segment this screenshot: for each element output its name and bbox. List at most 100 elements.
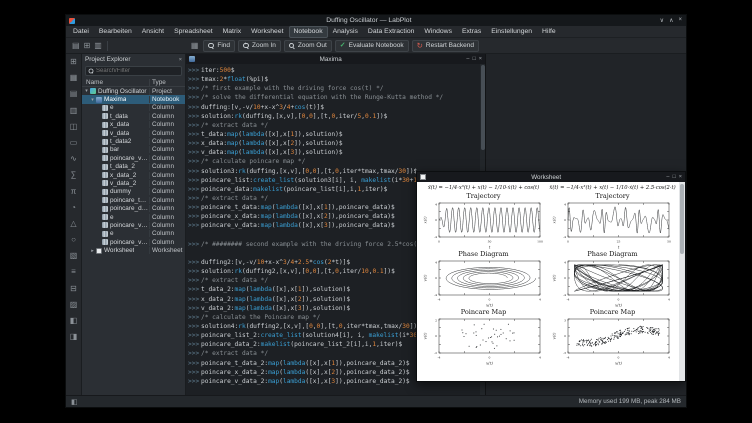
column-header-type[interactable]: Type [149,78,185,86]
menu-analysis[interactable]: Analysis [328,26,363,38]
code-line[interactable]: >>> solution:rk(duffing,[x,v],[0,0],[t,0,… [188,112,478,121]
tree-item-bar[interactable]: bar Column [82,146,185,154]
maximize-button[interactable]: ∧ [669,17,673,24]
menu-spreadsheet[interactable]: Spreadsheet [169,26,218,38]
fit-icon[interactable]: π [71,187,77,196]
caret-right-icon[interactable]: ▸ [90,248,95,254]
plot-phase1[interactable]: Phase Diagram -4 0 4 -4 0 4 x(t) v(t) [419,250,548,308]
titlebar[interactable]: Duffing Oscillator — LabPlot ∨ ∧ × [66,15,686,26]
menu-matrix[interactable]: Matrix [218,26,247,38]
tree-item-t-data[interactable]: t_data Column [82,112,185,120]
subwindow-close-button[interactable]: × [479,56,482,62]
search-box[interactable] [85,66,182,76]
find-button[interactable]: Find [203,39,236,52]
tree-item-t-data-2[interactable]: t_data_2 Column [82,163,185,171]
matrix-icon[interactable]: ▦ [70,74,78,82]
menu-extras[interactable]: Extras [457,26,486,38]
xy-equation-icon[interactable]: ∑ [71,171,77,179]
menu-data-extraction[interactable]: Data Extraction [363,26,419,38]
maxima-scrollbar-thumb[interactable] [480,65,485,150]
tree-item-duffing-oscillator[interactable]: ▾ Duffing Oscillator Project [82,87,185,95]
subwindow-maximize-button[interactable]: □ [672,174,675,180]
menu-einstellungen[interactable]: Einstellungen [486,26,537,38]
xy-curve-icon[interactable]: ∿ [70,155,77,163]
tree-item-poincare-t-data[interactable]: poincare_t_dataColumn [82,196,185,204]
menu-windows[interactable]: Windows [419,26,457,38]
plot-phase2[interactable]: Phase Diagram -4 0 4 -4 0 4 x(t) v(t) [548,250,677,308]
zoom-select-icon[interactable]: ◧ [70,317,78,325]
plot-traj1[interactable]: Trajectory 0 50 100 -4 0 4 t x(t) [419,192,548,250]
tree-item-x-data-2[interactable]: x_data_2 Column [82,171,185,179]
minimize-button[interactable]: ∨ [660,17,664,24]
boxplot-icon[interactable]: △ [70,219,76,228]
maxima-titlebar[interactable]: Maxima – □ × [186,54,485,64]
spreadsheet-icon[interactable]: ⊞ [70,58,77,66]
tree-item-dummy[interactable]: dummy Column [82,188,185,196]
search-input[interactable] [96,68,179,74]
zoom-in-button[interactable]: + Zoom In [238,39,281,52]
notebook-icon[interactable]: ▥ [70,106,78,115]
tree-item-e[interactable]: e Column [82,213,185,221]
subwindow-minimize-button[interactable]: – [466,56,469,62]
tree-item-poincare-v-data[interactable]: poincare_v_dataColumn [82,221,185,229]
plot-poincare2[interactable]: Poincare Map -4 0 4 -3 0 3 x(t) v(t) [548,308,677,366]
tree-item-e[interactable]: e Column [82,104,185,112]
menu-bearbeiten[interactable]: Bearbeiten [94,26,137,38]
tree-column-headers[interactable]: Name Type [82,78,185,87]
column-header-name[interactable]: Name [82,79,149,86]
code-line[interactable]: >>> x_data:map(lambda([x],x[2]),solution)… [188,139,478,148]
worksheet-icon[interactable]: ▤ [70,90,78,98]
close-button[interactable]: × [678,17,682,24]
code-line[interactable]: >>>/* first example with the driving for… [188,84,478,93]
code-line[interactable]: >>>/* calculate poincare map */ [188,157,478,166]
notebook-icon[interactable]: ▦ [189,41,201,50]
menu-hilfe[interactable]: Hilfe [537,26,561,38]
tree-item-v-data[interactable]: v_data Column [82,129,185,137]
tree-item-poincare-v-data-2[interactable]: poincare_v_data_2Column [82,238,185,246]
tree-item-t-data2[interactable]: t_data2 Column [82,137,185,146]
code-line[interactable]: >>>/* extract data */ [188,121,478,130]
plot-traj2[interactable]: Trajectory 0 25 50 -4 0 4 t x(t) [548,192,677,250]
save-project-icon[interactable]: ▥ [92,41,104,50]
zoom-out-button[interactable]: − Zoom Out [283,39,332,52]
histogram-icon[interactable]: ◔ [71,203,76,212]
worksheet-content[interactable]: ẍ(t) = −1/4·x³(t) + x(t) − 1/10·ẋ(t) + c… [417,182,679,381]
subwindow-minimize-button[interactable]: – [666,174,669,180]
text-label-icon[interactable]: ≡ [71,268,76,276]
subwindow-maximize-button[interactable]: □ [472,56,475,62]
open-project-icon[interactable]: ⊞ [82,41,93,50]
restart-backend-button[interactable]: ↻ Restart Backend [411,39,479,52]
tree-item-maxima[interactable]: ▾ Maxima Notebook [82,95,185,104]
new-project-icon[interactable]: ▤ [70,41,82,50]
code-line[interactable]: >>> duffing:[v,-v/10+x-x^3/4+cos(t)]$ [188,103,478,112]
worksheet-window[interactable]: Worksheet – □ × ẍ(t) = −1/4·x³(t) + x(t)… [416,171,686,382]
code-line[interactable]: >>> iter:500$ [188,66,478,75]
panel-toggle-icon[interactable]: ◧ [71,398,78,406]
evaluate-notebook-button[interactable]: ✓ Evaluate Notebook [334,39,409,52]
worksheet-scrollbar[interactable] [679,182,685,381]
tree-item-worksheet[interactable]: ▸ Worksheet Worksheet [82,246,185,255]
tree-item-v-data-2[interactable]: v_data_2 Column [82,179,185,187]
worksheet-titlebar[interactable]: Worksheet – □ × [417,172,685,182]
tree-item-poincare-data[interactable]: poincare_data Column [82,204,185,213]
workbook-icon[interactable]: ◫ [70,122,78,131]
menu-worksheet[interactable]: Worksheet [246,26,288,38]
code-line[interactable]: >>> t_data:map(lambda([x],x[1]),solution)… [188,130,478,139]
code-line[interactable]: >>> v_data:map(lambda([x],x[3]),solution)… [188,148,478,157]
tree-item-e[interactable]: e Column [82,230,185,238]
caret-down-icon[interactable]: ▾ [84,88,89,94]
tree-item-poincare-v-data2[interactable]: poincare_v_data2Column [82,154,185,162]
worksheet-scrollbar-thumb[interactable] [680,184,684,254]
menu-notebook[interactable]: Notebook [288,25,328,38]
datapicker-icon[interactable]: ▭ [70,138,78,147]
panel-close-icon[interactable]: × [179,57,182,63]
menu-datei[interactable]: Datei [68,26,94,38]
reference-line-icon[interactable]: ▨ [70,300,78,309]
code-line[interactable]: >>>/* solve the differential equation wi… [188,93,478,102]
subwindow-close-button[interactable]: × [679,174,682,180]
image-icon[interactable]: ▧ [70,252,78,260]
navigation-icon[interactable]: ◨ [70,333,78,341]
plot-poincare1[interactable]: Poincare Map -4 0 4 -2 0 2 x(t) v(t) [419,308,548,366]
caret-down-icon[interactable]: ▾ [90,97,95,103]
info-element-icon[interactable]: ⊟ [70,284,77,293]
